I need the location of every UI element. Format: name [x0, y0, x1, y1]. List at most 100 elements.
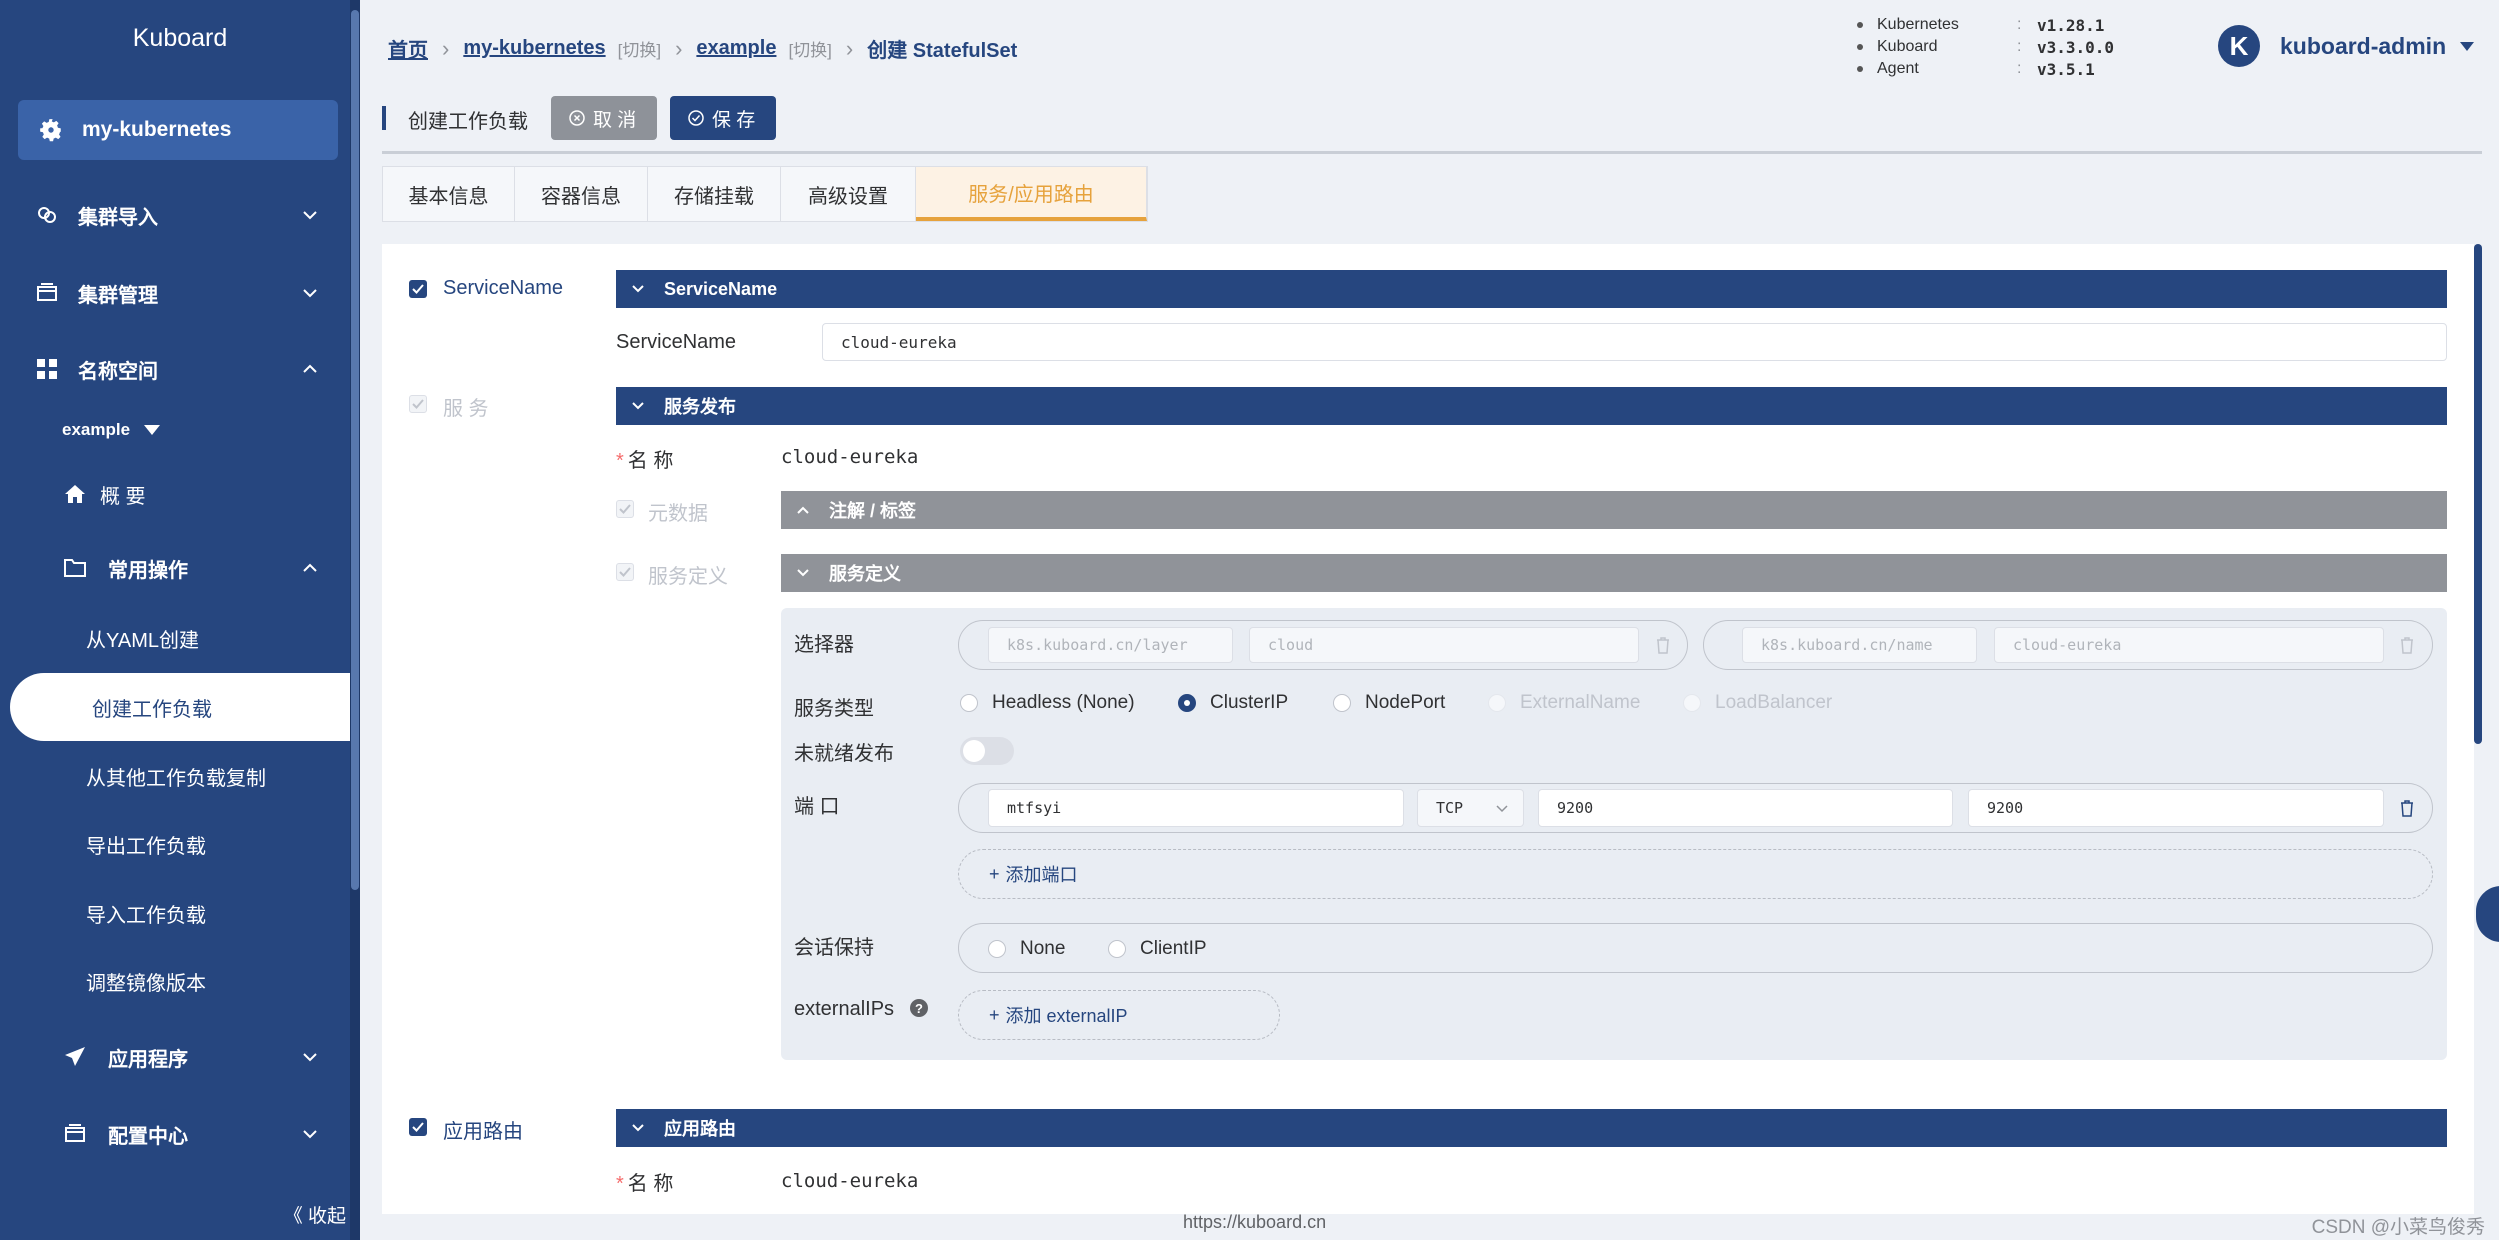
target-port-input[interactable]: 9200	[1968, 789, 2384, 827]
caret-down-icon	[144, 425, 161, 435]
user-menu[interactable]: K kuboard-admin	[2218, 25, 2475, 67]
save-button[interactable]: 保 存	[670, 96, 776, 140]
ingress-name-label: 名 称	[616, 1167, 674, 1196]
server-icon	[34, 280, 60, 306]
port-input[interactable]: 9200	[1538, 789, 1953, 827]
sidebar-item-label: 集群导入	[78, 206, 158, 229]
breadcrumb-cluster[interactable]: my-kubernetes	[463, 37, 605, 60]
ingress-checkbox[interactable]	[409, 1118, 427, 1136]
switch-cluster-link[interactable]: [切换]	[618, 36, 661, 61]
sidebar-item-import-workload[interactable]: 导入工作负载	[0, 888, 350, 938]
radio-session-none[interactable]: None	[988, 938, 1065, 960]
radio-clusterip[interactable]: ClusterIP	[1178, 692, 1288, 714]
service-name-input[interactable]: cloud-eureka	[822, 323, 2447, 361]
service-name-checkbox[interactable]	[409, 280, 427, 298]
chevron-right-icon: ›	[845, 35, 854, 61]
unready-toggle[interactable]	[960, 737, 1014, 765]
tab-storage[interactable]: 存储挂载	[648, 167, 781, 221]
trash-icon[interactable]	[2399, 799, 2415, 817]
grid-icon	[34, 356, 60, 382]
annotations-section[interactable]: 注解 / 标签	[781, 491, 2447, 529]
port-name-input[interactable]: mtfsyi	[988, 789, 1404, 827]
service-def-section[interactable]: 服务定义	[781, 554, 2447, 592]
service-name-value: cloud-eureka	[781, 446, 919, 468]
footer-url[interactable]: https://kuboard.cn	[1183, 1212, 1326, 1233]
sidebar-item-adjust-image[interactable]: 调整镜像版本	[0, 956, 350, 1006]
ingress-checkbox-label: 应用路由	[443, 1121, 523, 1143]
tab-service-routing[interactable]: 服务/应用路由	[916, 167, 1147, 221]
version-row: Kubernetes: v1.28.1	[1857, 14, 2114, 36]
service-name-section[interactable]: ServiceName	[616, 270, 2447, 308]
cancel-button[interactable]: 取 消	[551, 96, 657, 140]
sidebar-item-apps[interactable]: 应用程序	[0, 1032, 350, 1082]
metadata-checkbox-label: 元数据	[648, 503, 708, 525]
namespace-selector[interactable]: example	[62, 420, 161, 440]
breadcrumb-home[interactable]: 首页	[388, 34, 428, 63]
add-external-ip-button[interactable]: + 添加 externalIP	[958, 990, 1280, 1040]
chevron-down-icon	[303, 1053, 317, 1062]
sidebar-item-overview[interactable]: 概 要	[0, 469, 350, 519]
sidebar-item-from-yaml[interactable]: 从YAML创建	[0, 613, 350, 663]
sidebar-item-namespace[interactable]: 名称空间	[0, 344, 350, 394]
close-circle-icon	[569, 110, 585, 126]
sidebar-item-copy-workload[interactable]: 从其他工作负载复制	[0, 751, 350, 801]
service-name-field-label: 名 称	[616, 444, 674, 473]
sidebar-item-import[interactable]: 集群导入	[0, 190, 350, 240]
paper-plane-icon	[62, 1044, 88, 1070]
selector-label: 选择器	[794, 634, 854, 656]
protocol-select[interactable]: TCP	[1417, 789, 1524, 827]
breadcrumb-namespace[interactable]: example	[696, 37, 776, 60]
plus-icon: +	[989, 1004, 1000, 1025]
sidebar-item-label: 名称空间	[78, 360, 158, 383]
add-port-button[interactable]: + 添加端口	[958, 849, 2433, 899]
service-publish-section[interactable]: 服务发布	[616, 387, 2447, 425]
chevron-up-icon	[797, 506, 809, 514]
chat-float-button[interactable]	[2476, 886, 2499, 942]
switch-namespace-link[interactable]: [切换]	[788, 36, 831, 61]
chevron-down-icon	[632, 402, 644, 410]
chevron-up-icon	[303, 364, 317, 373]
plus-icon: +	[989, 863, 1000, 884]
ingress-section[interactable]: 应用路由	[616, 1109, 2447, 1147]
main-scrollbar[interactable]	[2474, 244, 2482, 744]
selector-key-input: k8s.kuboard.cn/layer	[988, 627, 1233, 663]
link-icon	[34, 202, 60, 228]
service-checkbox	[409, 395, 427, 413]
service-name-label: ServiceName	[616, 331, 737, 353]
scrollbar-thumb[interactable]	[351, 10, 359, 890]
cluster-selector[interactable]: my-kubernetes	[18, 100, 338, 160]
sidebar-scrollbar[interactable]	[350, 0, 360, 1240]
radio-loadbalancer: LoadBalancer	[1683, 692, 1832, 714]
sidebar-item-create-workload[interactable]: 创建工作负载	[10, 673, 352, 741]
chevron-down-icon	[632, 1124, 644, 1132]
sidebar-item-label: 概 要	[100, 485, 146, 508]
trash-icon	[1657, 637, 1669, 654]
version-row: Kuboard: v3.3.0.0	[1857, 36, 2114, 58]
external-ips-label: externalIPs	[794, 998, 895, 1020]
action-bar: 创建工作负载 取 消 保 存	[382, 92, 2482, 154]
help-icon[interactable]: ?	[910, 999, 928, 1017]
sidebar-item-common-ops[interactable]: 常用操作	[0, 543, 350, 593]
check-circle-icon	[688, 110, 704, 126]
home-icon	[62, 481, 88, 507]
chevron-down-icon	[303, 1130, 317, 1139]
sidebar-item-label: 应用程序	[108, 1048, 188, 1071]
sidebar-item-config[interactable]: 配置中心	[0, 1109, 350, 1159]
radio-headless[interactable]: Headless (None)	[960, 692, 1135, 714]
sidebar-item-export-workload[interactable]: 导出工作负载	[0, 819, 350, 869]
sidebar-item-manage[interactable]: 集群管理	[0, 268, 350, 318]
service-def-checkbox	[616, 563, 634, 581]
server-icon	[62, 1121, 88, 1147]
chevron-down-icon	[797, 569, 809, 577]
sidebar-item-label: 集群管理	[78, 284, 158, 307]
footer: https://kuboard.cn CSDN @小菜鸟俊秀	[0, 1208, 2499, 1240]
chevron-down-icon	[632, 285, 644, 293]
tab-advanced[interactable]: 高级设置	[781, 167, 916, 221]
sidebar-item-label: 常用操作	[108, 559, 188, 582]
tab-container-info[interactable]: 容器信息	[515, 167, 648, 221]
radio-nodeport[interactable]: NodePort	[1333, 692, 1445, 714]
tab-basic-info[interactable]: 基本信息	[383, 167, 515, 221]
chevron-right-icon: ›	[442, 35, 450, 61]
radio-session-clientip[interactable]: ClientIP	[1108, 938, 1207, 960]
chevron-down-icon	[1496, 805, 1508, 813]
